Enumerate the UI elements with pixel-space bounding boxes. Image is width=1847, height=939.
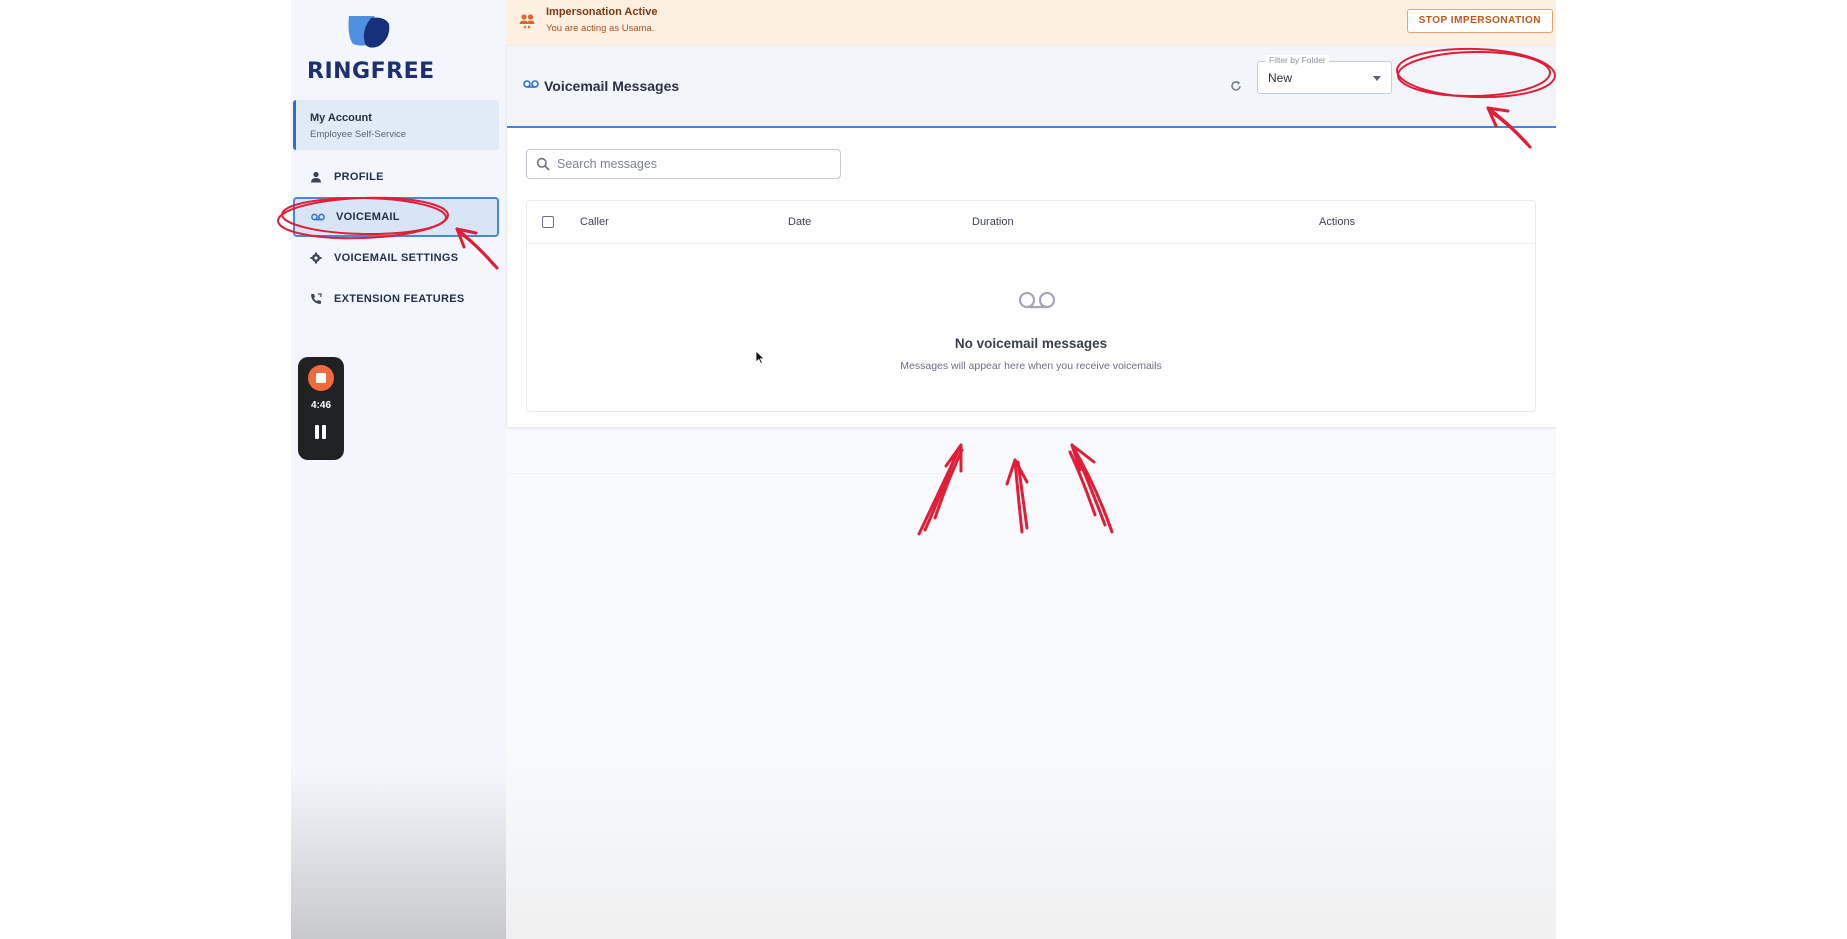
sidebar-item-label: VOICEMAIL SETTINGS — [334, 252, 459, 264]
sidebar-item-label: EXTENSION FEATURES — [334, 293, 465, 305]
pause-recording-button[interactable] — [314, 425, 328, 441]
chevron-down-icon — [1373, 76, 1381, 81]
stop-recording-button[interactable] — [308, 365, 334, 391]
voicemail-icon — [523, 80, 539, 88]
search-icon — [536, 157, 550, 171]
column-header-date[interactable]: Date — [788, 216, 811, 228]
sidebar-item-label: VOICEMAIL — [336, 211, 400, 223]
impersonation-banner: Impersonation Active You are acting as U… — [506, 0, 1556, 47]
folder-filter-select[interactable]: Filter by Folder New — [1257, 55, 1392, 94]
divider — [507, 473, 1556, 474]
ringfree-logo[interactable]: RINGFREE — [307, 14, 467, 86]
sidebar-item-voicemail-settings[interactable]: VOICEMAIL SETTINGS — [293, 238, 499, 278]
folder-filter-value: New — [1268, 71, 1293, 85]
sidebar-item-voicemail[interactable]: VOICEMAIL — [293, 197, 499, 237]
voicemail-empty-icon — [1018, 291, 1056, 309]
account-subtitle: Employee Self-Service — [310, 129, 407, 140]
column-header-caller[interactable]: Caller — [580, 216, 609, 228]
ringfree-logo-icon — [348, 16, 390, 48]
table-header: Caller Date Duration Actions — [527, 201, 1535, 244]
panel-header: Voicemail Messages Filter by Folder New — [507, 46, 1556, 128]
brand-name: RINGFREE — [307, 59, 435, 84]
main-background — [506, 427, 1556, 939]
screen-recorder-widget: 4:46 — [298, 357, 344, 460]
voicemail-icon — [311, 210, 325, 224]
select-all-checkbox[interactable] — [542, 216, 554, 228]
banner-subtitle: You are acting as Usama. — [546, 23, 655, 34]
column-header-duration[interactable]: Duration — [972, 216, 1014, 228]
gear-icon — [309, 251, 323, 265]
page-title: Voicemail Messages — [544, 78, 680, 94]
folder-filter-label: Filter by Folder — [1266, 55, 1329, 65]
empty-state-title: No voicemail messages — [954, 336, 1108, 351]
empty-state-subtitle: Messages will appear here when you recei… — [900, 360, 1162, 372]
sidebar-item-profile[interactable]: PROFILE — [293, 157, 499, 197]
recording-timer: 4:46 — [310, 400, 331, 411]
search-box[interactable] — [526, 149, 841, 179]
sidebar-item-label: PROFILE — [334, 171, 384, 183]
app-window: RINGFREE My Account Employee Self-Servic… — [291, 0, 1556, 939]
banner-title: Impersonation Active — [546, 6, 658, 18]
users-icon — [519, 14, 535, 29]
sidebar-item-extension-features[interactable]: EXTENSION FEATURES — [293, 279, 499, 319]
sidebar: RINGFREE My Account Employee Self-Servic… — [291, 0, 506, 939]
search-input[interactable] — [557, 154, 827, 174]
person-icon — [309, 170, 323, 184]
phone-forward-icon — [309, 292, 323, 306]
refresh-icon[interactable] — [1230, 80, 1242, 92]
voicemail-panel: Voicemail Messages Filter by Folder New … — [507, 46, 1556, 427]
column-header-actions: Actions — [1319, 216, 1356, 228]
mouse-cursor-icon — [755, 350, 765, 364]
stop-impersonation-button[interactable]: STOP IMPERSONATION — [1406, 9, 1553, 33]
account-title: My Account — [310, 112, 372, 124]
my-account-card[interactable]: My Account Employee Self-Service — [293, 100, 499, 150]
voicemail-table: Caller Date Duration Actions No voicemai… — [526, 200, 1536, 412]
